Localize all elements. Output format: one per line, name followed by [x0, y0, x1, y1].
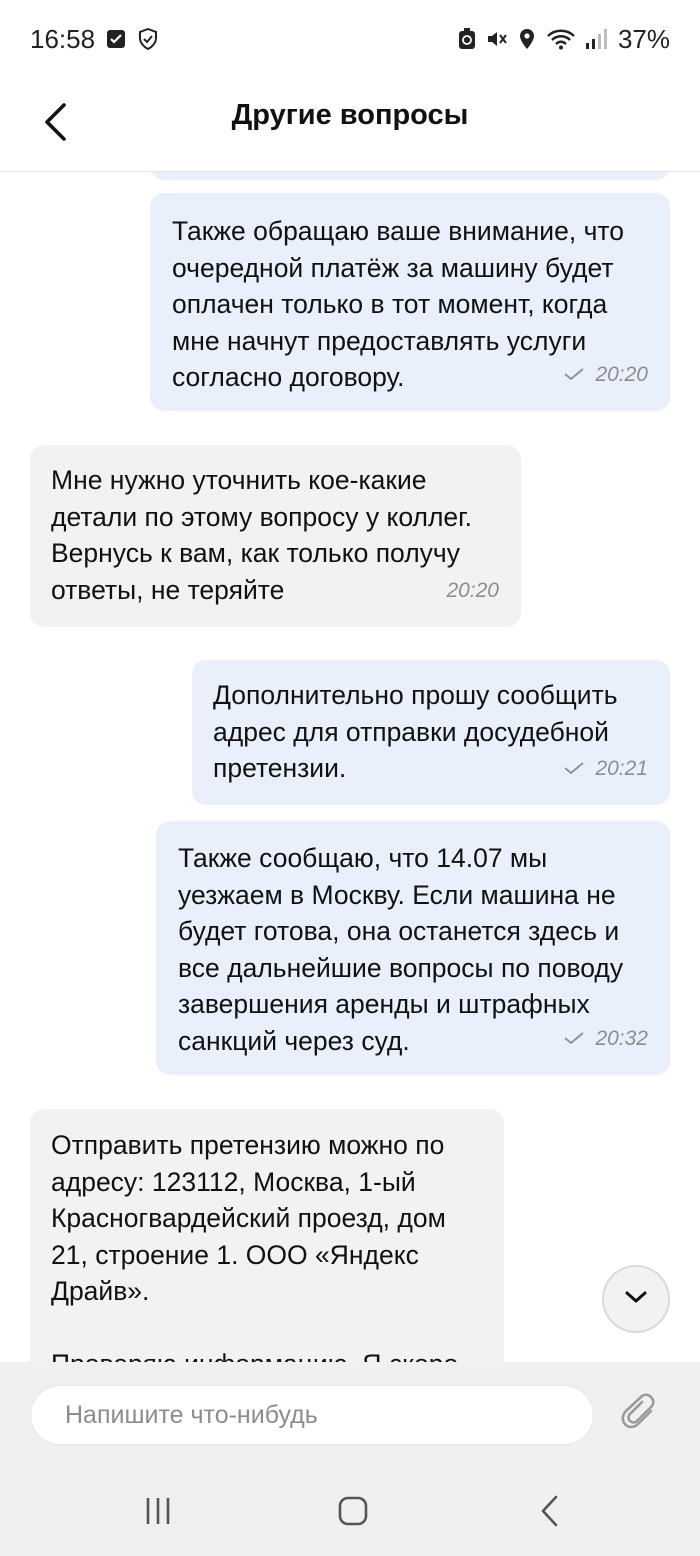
message-outgoing[interactable]: Также обращаю ваше внимание, что очередн… — [150, 193, 670, 411]
message-outgoing[interactable]: Также сообщаю, что 14.07 мы уезжаем в Мо… — [156, 821, 670, 1075]
check-icon — [563, 357, 585, 394]
system-nav-bar — [0, 1468, 700, 1556]
back-button[interactable] — [30, 96, 80, 152]
message-text: Отправить претензию можно по адресу: 123… — [51, 1130, 458, 1362]
battery-saver-icon — [456, 28, 478, 50]
page-title: Другие вопросы — [231, 99, 469, 131]
paperclip-icon — [621, 1392, 659, 1438]
message-text: Мне нужно уточнить кое-какие детали по э… — [51, 465, 472, 605]
message-list[interactable]: Также обращаю ваше внимание, что очередн… — [0, 172, 700, 1362]
status-bar: 16:58 37% — [0, 0, 700, 78]
wifi-icon — [546, 28, 576, 50]
message-time: 20:21 — [595, 756, 648, 780]
status-time: 16:58 — [30, 23, 96, 54]
message-time: 20:32 — [595, 1026, 648, 1050]
message-meta: 20:20 — [446, 573, 499, 610]
recent-apps-button[interactable] — [138, 1496, 178, 1530]
message-meta: 20:32 — [563, 1021, 648, 1058]
chevron-down-icon — [624, 1290, 648, 1309]
mute-icon — [486, 28, 508, 50]
message-time: 20:20 — [595, 362, 648, 386]
system-back-button[interactable] — [530, 1495, 570, 1532]
shield-icon — [137, 28, 159, 50]
message-incoming[interactable]: Мне нужно уточнить кое-какие детали по э… — [30, 445, 521, 627]
message-input[interactable] — [30, 1385, 594, 1445]
check-icon — [563, 1021, 585, 1058]
message-time: 20:20 — [446, 578, 499, 602]
status-bar-right: 37% — [456, 24, 670, 55]
message-bubble-partial — [150, 172, 670, 180]
message-incoming[interactable]: Отправить претензию можно по адресу: 123… — [30, 1109, 504, 1362]
back-icon — [540, 1495, 560, 1532]
status-bar-left: 16:58 — [30, 24, 159, 55]
home-icon — [337, 1495, 369, 1532]
signal-icon — [584, 28, 610, 50]
scroll-down-button[interactable] — [602, 1265, 670, 1333]
home-button[interactable] — [333, 1496, 373, 1530]
checkbox-icon — [105, 28, 127, 50]
message-outgoing[interactable]: Дополнительно прошу сообщить адрес для о… — [192, 660, 670, 805]
message-meta: 20:21 — [563, 751, 648, 788]
location-icon — [516, 28, 538, 50]
battery-percent: 37% — [617, 23, 670, 54]
message-meta: 20:20 — [563, 357, 648, 394]
chevron-left-icon — [42, 102, 68, 147]
check-icon — [563, 751, 585, 788]
chat-header: Другие вопросы — [0, 78, 700, 172]
message-composer — [0, 1362, 700, 1468]
attach-button[interactable] — [617, 1392, 663, 1438]
recent-apps-icon — [143, 1496, 173, 1531]
